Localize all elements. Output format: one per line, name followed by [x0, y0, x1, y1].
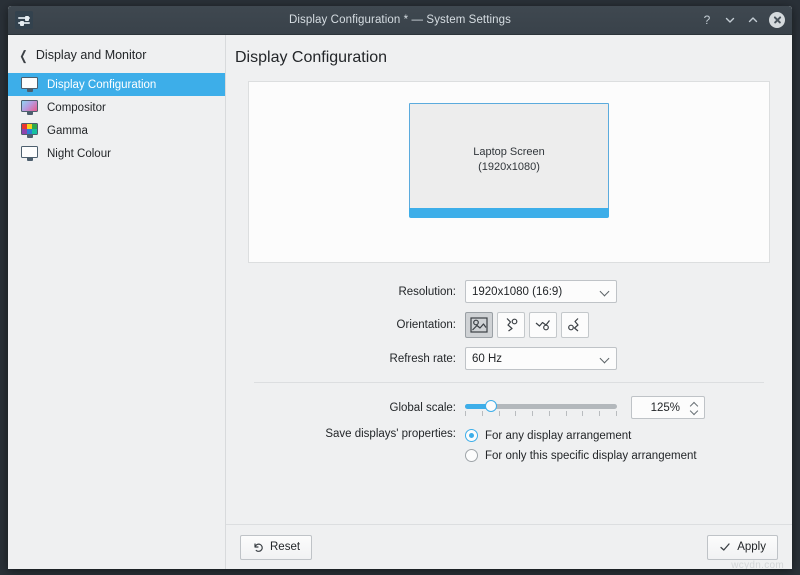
sidebar: ❮ Display and Monitor Display Configurat…: [8, 35, 226, 569]
watermark: wcydn.com: [731, 560, 784, 569]
main-panel: Display Configuration Laptop Screen (192…: [226, 35, 792, 569]
save-properties-options: For any display arrangement For only thi…: [465, 428, 697, 462]
refresh-rate-row: Refresh rate: 60 Hz: [248, 347, 770, 370]
global-scale-row: Global scale: 125%: [248, 396, 770, 419]
chevron-down-icon: [601, 354, 610, 363]
page-title: Display Configuration: [226, 35, 792, 67]
reset-button[interactable]: Reset: [240, 535, 312, 560]
resolution-label: Resolution:: [248, 286, 465, 298]
window-controls: ?: [700, 12, 785, 28]
gamma-icon: [21, 123, 38, 138]
monitor-name: Laptop Screen: [473, 146, 545, 158]
radio-specific-arrangement[interactable]: For only this specific display arrangeme…: [465, 449, 697, 462]
chevron-left-icon[interactable]: ❮: [19, 49, 27, 62]
radio-dot: [465, 429, 478, 442]
radio-any-arrangement[interactable]: For any display arrangement: [465, 429, 697, 442]
close-icon[interactable]: [769, 12, 785, 28]
minimize-icon[interactable]: [723, 13, 737, 27]
titlebar[interactable]: Display Configuration * — System Setting…: [8, 6, 792, 35]
window-title: Display Configuration * — System Setting…: [8, 14, 792, 26]
sidebar-item-label: Gamma: [47, 125, 88, 137]
rotate-90-icon[interactable]: [497, 312, 525, 338]
sidebar-item-compositor[interactable]: Compositor: [8, 96, 225, 119]
global-scale-spinbox[interactable]: 125%: [631, 396, 705, 419]
orientation-label: Orientation:: [248, 319, 465, 331]
window-body: ❮ Display and Monitor Display Configurat…: [8, 35, 792, 569]
monitor-icon: [21, 77, 38, 92]
system-settings-window: Display Configuration * — System Setting…: [8, 6, 792, 569]
radio-label: For only this specific display arrangeme…: [485, 450, 697, 462]
rotate-270-icon[interactable]: [561, 312, 589, 338]
refresh-rate-select[interactable]: 60 Hz: [465, 347, 617, 370]
apply-label: Apply: [737, 541, 766, 553]
monitor-primary-bar: [409, 208, 609, 218]
night-colour-icon: [21, 146, 38, 161]
content-area: Laptop Screen (1920x1080) Resolution: 19…: [226, 67, 792, 524]
rotate-0-icon[interactable]: [465, 312, 493, 338]
compositor-icon: [21, 100, 38, 115]
section-divider: [254, 382, 764, 383]
undo-icon: [252, 541, 264, 553]
sidebar-item-label: Compositor: [47, 102, 106, 114]
rotate-180-icon[interactable]: [529, 312, 557, 338]
sidebar-back-label: Display and Monitor: [36, 48, 146, 62]
sidebar-list: Display Configuration Compositor Gamma: [8, 73, 225, 165]
check-icon: [719, 541, 731, 553]
sidebar-back-header[interactable]: ❮ Display and Monitor: [8, 41, 225, 69]
resolution-select[interactable]: 1920x1080 (16:9): [465, 280, 617, 303]
system-settings-icon: [15, 11, 33, 29]
save-properties-label: Save displays' properties:: [248, 428, 465, 440]
display-settings-form: Resolution: 1920x1080 (16:9) Orientation…: [248, 280, 770, 462]
sidebar-item-label: Night Colour: [47, 148, 111, 160]
apply-button[interactable]: Apply: [707, 535, 778, 560]
monitor-preview-laptop-screen[interactable]: Laptop Screen (1920x1080): [409, 103, 609, 215]
sidebar-item-label: Display Configuration: [47, 79, 156, 91]
help-icon[interactable]: ?: [700, 13, 714, 27]
resolution-value: 1920x1080 (16:9): [472, 286, 562, 298]
orientation-row: Orientation:: [248, 312, 770, 338]
spinbox-down-icon[interactable]: [691, 409, 698, 413]
radio-label: For any display arrangement: [485, 430, 631, 442]
spinbox-arrows[interactable]: [688, 402, 704, 413]
slider-ticks: [465, 411, 617, 417]
sidebar-item-night-colour[interactable]: Night Colour: [8, 142, 225, 165]
global-scale-slider[interactable]: [465, 398, 617, 418]
maximize-icon[interactable]: [746, 13, 760, 27]
refresh-rate-value: 60 Hz: [472, 353, 502, 365]
monitor-resolution: (1920x1080): [478, 161, 540, 173]
spinbox-up-icon[interactable]: [691, 402, 698, 406]
refresh-rate-label: Refresh rate:: [248, 353, 465, 365]
reset-label: Reset: [270, 541, 300, 553]
chevron-down-icon: [601, 287, 610, 296]
sidebar-item-display-configuration[interactable]: Display Configuration: [8, 73, 225, 96]
sidebar-item-gamma[interactable]: Gamma: [8, 119, 225, 142]
radio-dot: [465, 449, 478, 462]
footer-bar: Reset Apply wcydn.com: [226, 524, 792, 569]
resolution-row: Resolution: 1920x1080 (16:9): [248, 280, 770, 303]
display-arrangement-preview[interactable]: Laptop Screen (1920x1080): [248, 81, 770, 263]
save-properties-row: Save displays' properties: For any displ…: [248, 428, 770, 462]
global-scale-label: Global scale:: [248, 402, 465, 414]
global-scale-value: 125%: [632, 402, 688, 414]
orientation-options: [465, 312, 589, 338]
